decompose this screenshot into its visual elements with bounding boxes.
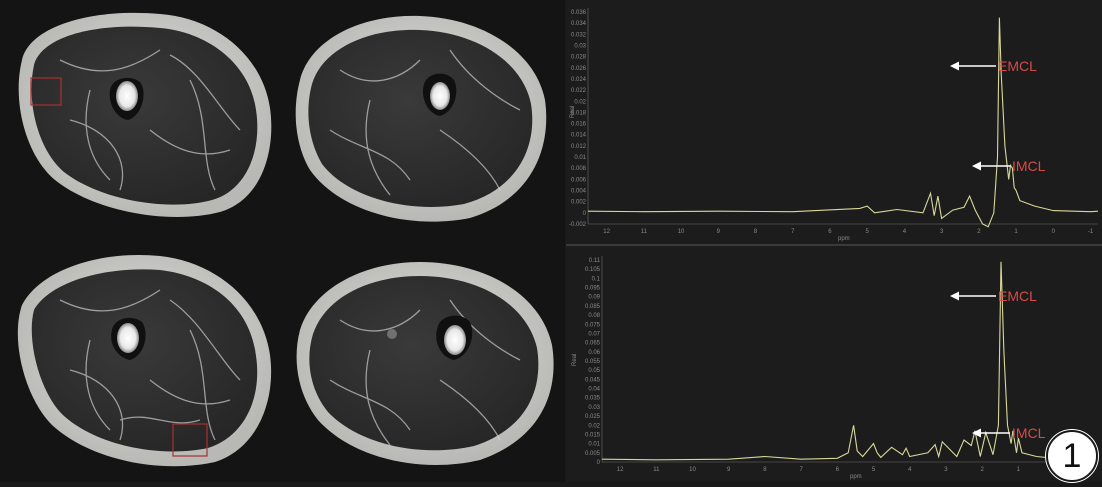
imcl-label: IMCL bbox=[1012, 425, 1046, 441]
y-tick-label: 0.024 bbox=[571, 77, 587, 83]
x-tick-label: 4 bbox=[903, 229, 907, 235]
emcl-arrowhead bbox=[950, 61, 959, 71]
y-tick-label: 0.015 bbox=[585, 432, 601, 438]
y-tick-label: 0.04 bbox=[588, 387, 600, 393]
x-tick-label: 5 bbox=[872, 467, 876, 473]
emcl-label: EMCL bbox=[998, 58, 1037, 74]
mri-slice-top-left bbox=[18, 12, 272, 217]
x-tick-label: 10 bbox=[678, 229, 685, 235]
y-tick-label: 0.06 bbox=[588, 350, 600, 356]
x-axis-label: ppm bbox=[850, 474, 862, 480]
y-tick-label: 0.01 bbox=[574, 155, 586, 161]
y-tick-label: 0.05 bbox=[588, 368, 600, 374]
y-tick-label: 0.02 bbox=[588, 423, 600, 429]
x-tick-labels: 1211109876543210-1 bbox=[617, 467, 1094, 473]
x-tick-label: 2 bbox=[980, 467, 984, 473]
y-tick-label: 0.105 bbox=[585, 267, 601, 273]
x-tick-label: 11 bbox=[653, 467, 660, 473]
emcl-annotation-bottom: EMCL bbox=[950, 288, 1037, 304]
y-tick-label: 0.008 bbox=[571, 166, 587, 172]
mri-slices-image bbox=[17, 12, 554, 467]
y-tick-label: 0.032 bbox=[571, 32, 587, 38]
x-tick-label: 1 bbox=[1014, 229, 1018, 235]
emcl-arrowhead bbox=[950, 291, 959, 301]
x-tick-label: 0 bbox=[1052, 229, 1056, 235]
emcl-label: EMCL bbox=[998, 288, 1037, 304]
x-tick-label: 4 bbox=[908, 467, 912, 473]
figure-number-badge: 1 bbox=[1046, 430, 1098, 482]
y-tick-label: 0.01 bbox=[588, 442, 600, 448]
y-tick-label: 0.016 bbox=[571, 122, 587, 128]
y-tick-labels: 0.036 0.034 0.032 0.03 0.028 0.026 0.024 0.022 0… bbox=[569, 10, 587, 228]
x-tick-label: -1 bbox=[1088, 229, 1094, 235]
y-tick-label: 0.026 bbox=[571, 66, 587, 72]
y-tick-label: 0.045 bbox=[585, 377, 601, 383]
spectrum-panel-top: Real ppm 0.036 0.034 0.032 0.03 0.028 0.026 0.… bbox=[566, 0, 1102, 244]
y-tick-label: 0.1 bbox=[592, 276, 601, 282]
y-tick-label: 0.07 bbox=[588, 331, 600, 337]
x-tick-label: 9 bbox=[717, 229, 721, 235]
x-tick-label: 11 bbox=[641, 229, 648, 235]
y-tick-label: 0.095 bbox=[585, 286, 601, 292]
y-tick-label: 0.002 bbox=[571, 200, 587, 206]
x-tick-label: 6 bbox=[828, 229, 832, 235]
y-tick-label: 0.11 bbox=[589, 258, 601, 264]
y-tick-label: 0.018 bbox=[571, 110, 587, 116]
y-tick-label: 0.028 bbox=[571, 55, 587, 61]
x-tick-label: 7 bbox=[799, 467, 803, 473]
y-tick-label: 0 bbox=[597, 460, 601, 466]
x-tick-label: 3 bbox=[944, 467, 948, 473]
y-tick-labels: 0.11 0.105 0.1 0.095 0.09 0.085 0.08 0.075 0.07 0… bbox=[585, 258, 601, 466]
y-tick-label: 0.014 bbox=[571, 133, 587, 139]
y-axis-label: Real bbox=[572, 354, 578, 366]
y-tick-label: 0.09 bbox=[588, 295, 600, 301]
y-tick-label: 0.006 bbox=[571, 177, 587, 183]
spectrum-plot-top: Real ppm 0.0360.0340.0320.030.0280.0260.… bbox=[569, 8, 1099, 242]
x-tick-label: 8 bbox=[763, 467, 767, 473]
mri-slice-bottom-right bbox=[296, 262, 554, 466]
y-tick-label: 0 bbox=[583, 211, 587, 217]
spectrum-panel-bottom: Real ppm 0.11 0.105 0.1 0.095 0.09 0.085 0.08 0… bbox=[566, 246, 1102, 482]
y-tick-label: 0.055 bbox=[585, 359, 601, 365]
y-tick-label: 0.065 bbox=[585, 341, 601, 347]
y-tick-label: 0.03 bbox=[574, 43, 586, 49]
y-tick-label: 0.075 bbox=[585, 322, 601, 328]
y-tick-label: 0.022 bbox=[571, 88, 587, 94]
x-tick-label: 7 bbox=[791, 229, 795, 235]
imcl-annotation-bottom: IMCL bbox=[972, 425, 1046, 441]
y-tick-label: -0.002 bbox=[569, 222, 587, 228]
spectrum-line-top bbox=[587, 17, 1099, 228]
mri-panel bbox=[0, 0, 565, 482]
x-tick-label: 10 bbox=[689, 467, 696, 473]
y-tick-label: 0.005 bbox=[585, 451, 601, 457]
y-tick-label: 0.08 bbox=[588, 313, 600, 319]
x-tick-label: 12 bbox=[603, 229, 610, 235]
y-tick-label: 0.035 bbox=[585, 396, 601, 402]
y-tick-label: 0.034 bbox=[571, 21, 587, 27]
y-tick-label: 0.025 bbox=[585, 414, 601, 420]
x-tick-label: 8 bbox=[754, 229, 758, 235]
y-tick-label: 0.085 bbox=[585, 304, 601, 310]
imcl-label: IMCL bbox=[1012, 158, 1046, 174]
y-tick-label: 0.02 bbox=[574, 99, 586, 105]
emcl-annotation-top: EMCL bbox=[950, 58, 1037, 74]
mri-slice-bottom-left bbox=[17, 254, 272, 467]
x-tick-label: 6 bbox=[836, 467, 840, 473]
y-tick-label: 0.004 bbox=[571, 189, 587, 195]
spectrum-plot-bottom: Real ppm 0.110.1050.10.0950.090.0850.080… bbox=[572, 256, 1098, 480]
x-axis-label: ppm bbox=[838, 236, 850, 242]
x-tick-labels: 1211109876543210-1 bbox=[603, 229, 1094, 235]
x-tick-label: 12 bbox=[617, 467, 624, 473]
x-tick-label: 9 bbox=[727, 467, 731, 473]
mri-slice-top-right bbox=[295, 15, 547, 222]
imcl-arrowhead bbox=[972, 161, 981, 171]
y-tick-label: 0.036 bbox=[571, 10, 587, 16]
imcl-annotation-top: IMCL bbox=[972, 158, 1046, 174]
x-tick-label: 5 bbox=[866, 229, 870, 235]
x-tick-label: 3 bbox=[940, 229, 944, 235]
x-tick-label: 1 bbox=[1017, 467, 1021, 473]
x-tick-label: 2 bbox=[977, 229, 981, 235]
y-tick-label: 0.03 bbox=[588, 405, 600, 411]
y-tick-label: 0.012 bbox=[571, 144, 587, 150]
